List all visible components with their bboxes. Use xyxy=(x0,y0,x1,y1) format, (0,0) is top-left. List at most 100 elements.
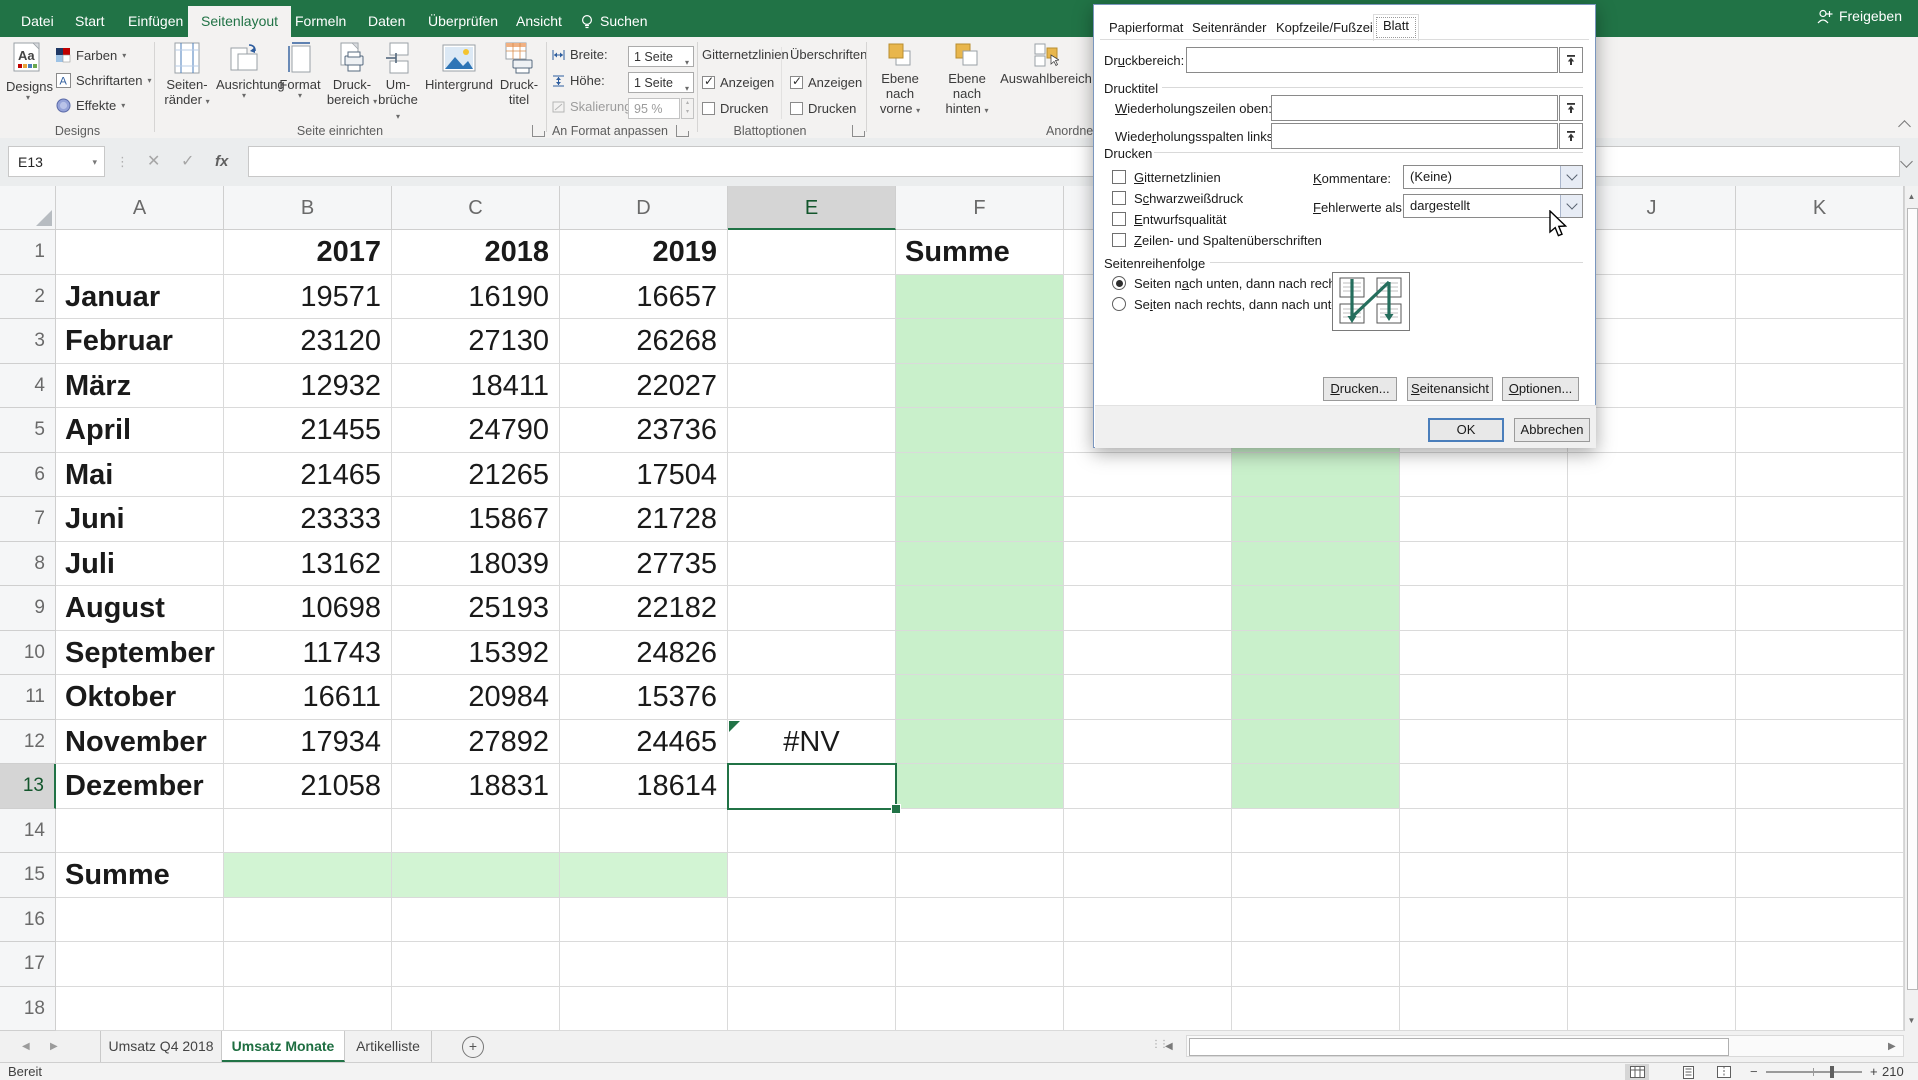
cell-B10[interactable]: 11743 xyxy=(224,630,392,675)
col-header-C[interactable]: C xyxy=(392,186,560,230)
cell-A13[interactable]: Dezember xyxy=(56,764,224,809)
cell-E7[interactable] xyxy=(728,497,896,542)
wiederholungszeilen-collapse-icon[interactable] xyxy=(1559,95,1583,121)
ok-button[interactable]: OK xyxy=(1428,418,1504,442)
cell-K7[interactable] xyxy=(1736,497,1904,542)
cell-D10[interactable]: 24826 xyxy=(560,630,728,675)
cell-K13[interactable] xyxy=(1736,764,1904,809)
cell-E17[interactable] xyxy=(728,942,896,987)
cell-D16[interactable] xyxy=(560,897,728,942)
cancel-entry-icon[interactable]: ✕ xyxy=(147,146,160,177)
cell-I7[interactable] xyxy=(1400,497,1568,542)
cell-F3[interactable] xyxy=(896,319,1064,364)
select-all-corner[interactable] xyxy=(0,186,56,230)
cell-H13[interactable] xyxy=(1232,764,1400,809)
row-header-18[interactable]: 18 xyxy=(0,986,56,1031)
col-header-A[interactable]: A xyxy=(56,186,224,230)
umbrueche-button[interactable]: Um- brüche ▾ xyxy=(378,42,418,122)
optionen-button[interactable]: Optionen... xyxy=(1502,377,1579,401)
cell-E3[interactable] xyxy=(728,319,896,364)
horizontal-scroll-thumb[interactable] xyxy=(1189,1038,1729,1056)
cell-G11[interactable] xyxy=(1064,675,1232,720)
cell-E5[interactable] xyxy=(728,408,896,453)
cell-B9[interactable]: 10698 xyxy=(224,586,392,631)
cell-J6[interactable] xyxy=(1568,452,1736,497)
cell-C3[interactable]: 27130 xyxy=(392,319,560,364)
cell-I10[interactable] xyxy=(1400,630,1568,675)
cell-D1[interactable]: 2019 xyxy=(560,230,728,275)
cell-K18[interactable] xyxy=(1736,986,1904,1031)
cell-K16[interactable] xyxy=(1736,897,1904,942)
cell-K9[interactable] xyxy=(1736,586,1904,631)
cell-D2[interactable]: 16657 xyxy=(560,274,728,319)
cell-D18[interactable] xyxy=(560,986,728,1031)
sheet-nav-next-icon[interactable]: ▶ xyxy=(50,1031,58,1062)
skalierung-spin-arrows[interactable]: ▴ ▾ xyxy=(681,98,694,119)
page-layout-view-icon[interactable] xyxy=(1676,1064,1700,1080)
cell-F14[interactable] xyxy=(896,808,1064,853)
cell-A8[interactable]: Juli xyxy=(56,541,224,586)
kommentare-dropdown-icon[interactable] xyxy=(1560,166,1582,188)
dialog-tab-blatt[interactable]: Blatt xyxy=(1373,14,1420,41)
ribbon-tab-datei[interactable]: Datei xyxy=(8,6,67,37)
seitenraender-button[interactable]: Seiten- ränder ▾ xyxy=(160,42,214,107)
horizontal-scrollbar[interactable] xyxy=(1186,1035,1904,1057)
cell-B8[interactable]: 13162 xyxy=(224,541,392,586)
vertical-scroll-thumb[interactable] xyxy=(1907,208,1918,990)
ribbon-tab-daten[interactable]: Daten xyxy=(355,6,418,37)
cell-F15[interactable] xyxy=(896,853,1064,898)
ribbon-tab-ansicht[interactable]: Ansicht xyxy=(503,6,575,37)
cell-J18[interactable] xyxy=(1568,986,1736,1031)
cell-B14[interactable] xyxy=(224,808,392,853)
gitternetzlinien-checkbox[interactable] xyxy=(1112,170,1126,184)
cell-F18[interactable] xyxy=(896,986,1064,1031)
sheet-tab-umsatz-monate[interactable]: Umsatz Monate xyxy=(222,1031,345,1062)
cell-A1[interactable] xyxy=(56,230,224,275)
cell-A10[interactable]: September xyxy=(56,630,224,675)
zoom-slider-handle[interactable] xyxy=(1830,1066,1834,1078)
cell-D13[interactable]: 18614 xyxy=(560,764,728,809)
sheet-nav-prev-icon[interactable]: ◀ xyxy=(22,1031,30,1062)
cell-A5[interactable]: April xyxy=(56,408,224,453)
schwarzweissdruck-checkbox[interactable] xyxy=(1112,191,1126,205)
cell-C17[interactable] xyxy=(392,942,560,987)
cell-A4[interactable]: März xyxy=(56,363,224,408)
wiederholungsspalten-collapse-icon[interactable] xyxy=(1559,123,1583,149)
cell-G9[interactable] xyxy=(1064,586,1232,631)
cell-B11[interactable]: 16611 xyxy=(224,675,392,720)
cell-J13[interactable] xyxy=(1568,764,1736,809)
cell-C18[interactable] xyxy=(392,986,560,1031)
hintergrund-button[interactable]: Hintergrund xyxy=(424,42,494,92)
cell-C5[interactable]: 24790 xyxy=(392,408,560,453)
sheet-tab-umsatz-q4-2018[interactable]: Umsatz Q4 2018 xyxy=(100,1031,222,1062)
row-header-12[interactable]: 12 xyxy=(0,719,56,764)
druckbereich-button[interactable]: Druck- bereich ▾ xyxy=(326,42,378,107)
scroll-up-icon[interactable]: ▲ xyxy=(1905,192,1918,201)
cell-F7[interactable] xyxy=(896,497,1064,542)
cell-J14[interactable] xyxy=(1568,808,1736,853)
col-header-D[interactable]: D xyxy=(560,186,728,230)
ribbon-tab-seitenlayout[interactable]: Seitenlayout xyxy=(188,6,292,37)
cell-D8[interactable]: 27735 xyxy=(560,541,728,586)
cell-J11[interactable] xyxy=(1568,675,1736,720)
cell-B4[interactable]: 12932 xyxy=(224,363,392,408)
worksheet-grid[interactable]: ABCDEFGHIJK12345678910111213141516171820… xyxy=(0,186,1904,1031)
cell-E11[interactable] xyxy=(728,675,896,720)
cell-A15[interactable]: Summe xyxy=(56,853,224,898)
cell-B12[interactable]: 17934 xyxy=(224,719,392,764)
row-header-13[interactable]: 13 xyxy=(0,764,56,809)
cell-G7[interactable] xyxy=(1064,497,1232,542)
format-button[interactable]: Format ▾ xyxy=(276,42,324,100)
cell-J7[interactable] xyxy=(1568,497,1736,542)
cell-G16[interactable] xyxy=(1064,897,1232,942)
zoom-out-icon[interactable]: − xyxy=(1750,1064,1758,1079)
active-cell-selection[interactable] xyxy=(727,763,897,810)
cancel-button[interactable]: Abbrechen xyxy=(1514,418,1590,442)
hscroll-right-icon[interactable]: ▶ xyxy=(1888,1031,1896,1062)
row-header-9[interactable]: 9 xyxy=(0,586,56,631)
ueberschriften-anzeigen-checkbox[interactable]: Anzeigen xyxy=(790,74,862,90)
collapse-ribbon-icon[interactable] xyxy=(1898,120,1911,133)
breite-select[interactable]: 1 Seite ▾ xyxy=(628,46,694,67)
zoom-slider-track[interactable] xyxy=(1766,1071,1862,1073)
normal-view-icon[interactable] xyxy=(1625,1064,1649,1080)
